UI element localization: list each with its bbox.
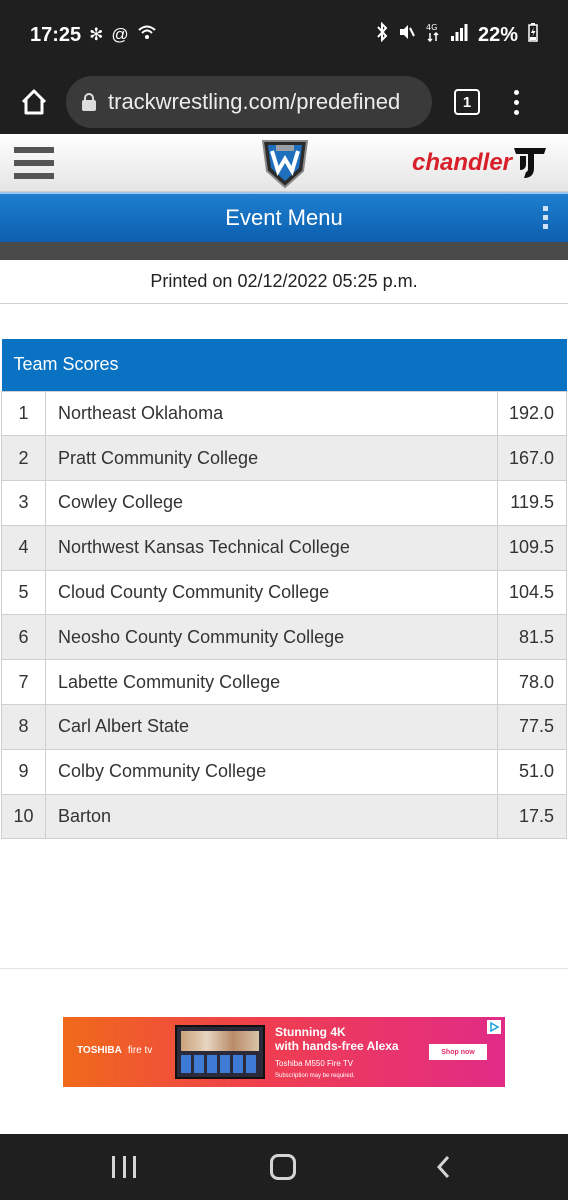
team-scores-table: Team Scores 1 Northeast Oklahoma 192.0 2 Pra…: [1, 339, 567, 840]
team-score: 109.5: [497, 524, 567, 571]
signal-icon: [450, 23, 468, 47]
at-icon: @: [111, 25, 129, 44]
team-score: 81.5: [497, 614, 567, 661]
team-rank: 4: [1, 524, 46, 571]
ad-banner[interactable]: TOSHIBA fire tv Stunning 4K with hands-fr…: [63, 1017, 505, 1087]
team-score: 119.5: [497, 480, 567, 526]
team-score-row: 6 Neosho County Community College 81.5: [1, 614, 567, 661]
ad-choices-icon[interactable]: [487, 1020, 501, 1034]
team-score: 77.5: [497, 704, 567, 750]
system-nav-bar: [0, 1134, 568, 1200]
team-score-row: 3 Cowley College 119.5: [1, 480, 567, 526]
4g-icon: 4G: [426, 22, 440, 48]
ad-shop-now-button[interactable]: Shop now: [429, 1044, 487, 1060]
team-score: 192.0: [497, 390, 567, 437]
svg-text:4G: 4G: [426, 23, 437, 32]
bluetooth-icon: [376, 21, 388, 48]
team-score-row: 9 Colby Community College 51.0: [1, 748, 567, 795]
sponsor-logo[interactable]: chandler: [412, 144, 548, 182]
team-name: Northwest Kansas Technical College: [45, 524, 498, 571]
ad-tv-image: [175, 1025, 265, 1079]
team-score: 17.5: [497, 793, 567, 840]
team-score-row: 2 Pratt Community College 167.0: [1, 435, 567, 482]
team-score-row: 1 Northeast Oklahoma 192.0: [1, 390, 567, 437]
team-name: Cowley College: [45, 480, 498, 526]
team-rank: 8: [1, 704, 46, 750]
team-score: 104.5: [497, 569, 567, 616]
ad-headline: Stunning 4K with hands-free Alexa: [275, 1025, 399, 1053]
team-rank: 7: [1, 659, 46, 706]
event-menu-more-icon[interactable]: [543, 206, 548, 229]
event-menu-bar[interactable]: Event Menu: [0, 192, 568, 242]
team-score-row: 5 Cloud County Community College 104.5: [1, 569, 567, 616]
wifi-question-icon: [137, 24, 157, 46]
team-rank: 1: [1, 390, 46, 437]
team-name: Carl Albert State: [45, 704, 498, 750]
team-rank: 2: [1, 435, 46, 482]
team-name: Barton: [45, 793, 498, 840]
team-name: Neosho County Community College: [45, 614, 498, 661]
ad-brand: TOSHIBA fire tv: [77, 1045, 153, 1056]
content-divider: [0, 968, 568, 969]
home-icon: [21, 89, 47, 115]
status-time: 17:25: [30, 23, 82, 46]
team-name: Pratt Community College: [45, 435, 498, 482]
team-scores-header: Team Scores: [1, 339, 567, 391]
trackwrestling-logo[interactable]: [260, 137, 310, 189]
url-text: trackwrestling.com/predefined: [108, 89, 401, 114]
battery-level: 22%: [477, 23, 518, 46]
sponsor-name: chandler: [411, 149, 512, 176]
status-bar: 17:25 ✻ @ 4G 22%: [0, 0, 568, 70]
team-score-row: 10 Barton 17.5: [1, 793, 567, 840]
team-score-row: 8 Carl Albert State 77.5: [1, 704, 567, 750]
team-name: Cloud County Community College: [45, 569, 498, 616]
site-header: chandler: [0, 134, 568, 192]
team-rank: 6: [1, 614, 46, 661]
event-menu-title: Event Menu: [225, 205, 343, 230]
back-icon[interactable]: [432, 1154, 458, 1180]
fan-icon: ✻: [89, 25, 104, 44]
browser-menu-button[interactable]: [514, 89, 519, 115]
team-rank: 3: [1, 480, 46, 526]
mute-icon: [398, 23, 416, 47]
address-bar[interactable]: trackwrestling.com/predefined: [66, 76, 432, 128]
team-name: Northeast Oklahoma: [45, 390, 498, 437]
team-score-row: 4 Northwest Kansas Technical College 109.5: [1, 524, 567, 571]
hamburger-menu-icon[interactable]: [14, 147, 54, 179]
team-name: Labette Community College: [45, 659, 498, 706]
browser-toolbar: trackwrestling.com/predefined 1: [0, 70, 568, 134]
home-nav-icon[interactable]: [270, 1154, 296, 1180]
team-rank: 9: [1, 748, 46, 795]
chandler-tj-icon: [514, 148, 546, 178]
team-rank: 10: [1, 793, 46, 840]
team-score: 51.0: [497, 748, 567, 795]
printed-timestamp: Printed on 02/12/2022 05:25 p.m.: [0, 260, 568, 304]
team-name: Colby Community College: [45, 748, 498, 795]
ad-subline: Toshiba M550 Fire TV: [275, 1059, 354, 1068]
header-divider: [0, 242, 568, 260]
ad-fine-print: Subscription may be required.: [275, 1073, 355, 1079]
team-score: 78.0: [497, 659, 567, 706]
tab-switcher-button[interactable]: 1: [454, 89, 480, 115]
battery-charging-icon: [528, 22, 538, 48]
team-score: 167.0: [497, 435, 567, 482]
home-button[interactable]: [14, 82, 54, 122]
lock-icon: [82, 93, 96, 111]
team-score-row: 7 Labette Community College 78.0: [1, 659, 567, 706]
recent-apps-icon[interactable]: [112, 1156, 136, 1178]
team-rank: 5: [1, 569, 46, 616]
